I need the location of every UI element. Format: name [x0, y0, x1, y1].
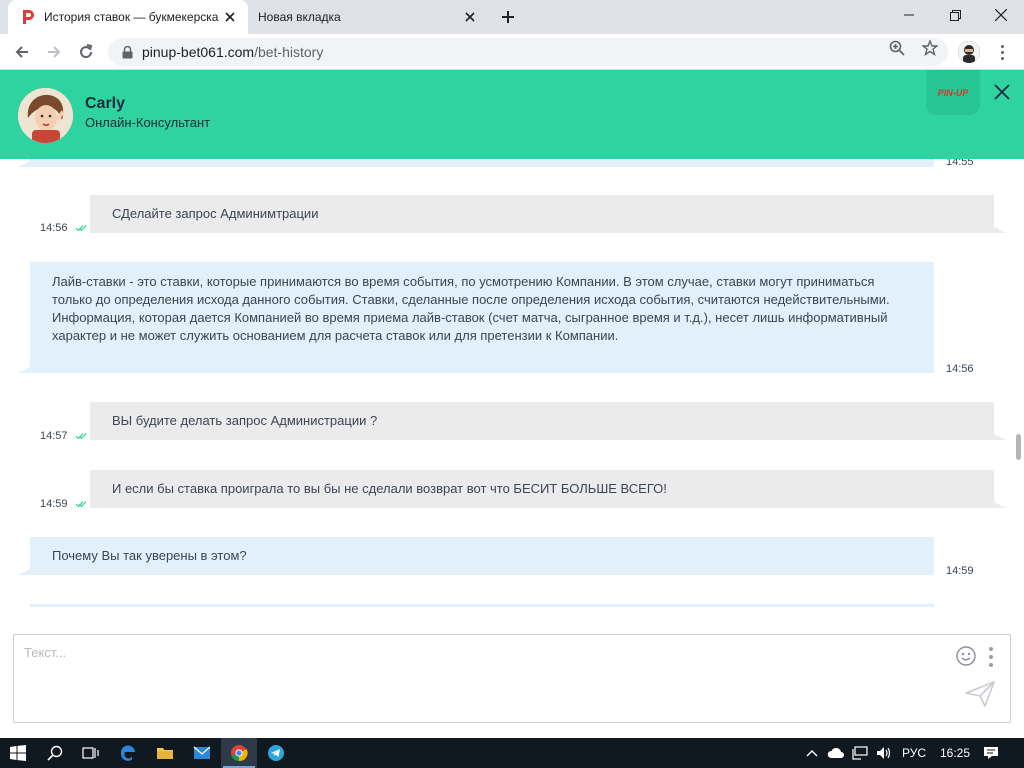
zoom-icon[interactable]	[889, 40, 905, 56]
message-text: ВЫ будите делать запрос Администрации ?	[112, 413, 378, 428]
file-explorer-icon[interactable]	[147, 738, 183, 768]
tab-title: История ставок — букмекерска	[44, 10, 219, 24]
forward-button[interactable]	[40, 38, 68, 66]
browser-toolbar: pinup-bet061.com/bet-history	[0, 34, 1024, 70]
message-composer	[13, 634, 1011, 723]
pinup-logo: PIN-UP	[926, 70, 980, 115]
message-user: И если бы ставка проиграла то вы бы не с…	[90, 470, 1006, 508]
agent-role: Онлайн-Консультант	[85, 115, 211, 130]
windows-start-icon[interactable]	[0, 738, 36, 768]
tab-new[interactable]: Новая вкладка	[248, 0, 488, 34]
chat-header: Carly Онлайн-Консультант PIN-UP	[0, 70, 1024, 159]
bookmark-star-icon[interactable]	[922, 40, 938, 56]
emoji-icon[interactable]	[955, 645, 977, 667]
volume-icon[interactable]	[872, 738, 896, 768]
more-options-icon[interactable]	[984, 645, 998, 669]
url-path: /bet-history	[254, 44, 324, 60]
message-time: 14:59	[40, 498, 68, 510]
restore-button[interactable]	[932, 0, 978, 30]
message-user: ВЫ будите делать запрос Администрации ?	[90, 402, 1006, 440]
language-indicator[interactable]: РУС	[902, 746, 926, 760]
message-agent: Почему Вы так уверены в этом?	[18, 537, 934, 575]
message-user: СДелайте запрос Админимтрации	[90, 195, 1006, 233]
browser-menu-icon[interactable]	[994, 42, 1010, 62]
chrome-icon[interactable]	[221, 738, 257, 768]
windows-taskbar: РУС 16:25	[0, 738, 1024, 768]
message-time: 14:57	[40, 430, 68, 442]
message-agent	[30, 604, 934, 607]
browser-tab-strip: История ставок — букмекерска Новая вклад…	[0, 0, 1024, 34]
message-agent: Лайв-ставки - это ставки, которые приним…	[18, 262, 934, 373]
url-text: pinup-bet061.com/bet-history	[142, 44, 323, 60]
url-host: pinup-bet061.com	[142, 44, 255, 60]
message-agent	[18, 159, 934, 167]
read-checkmark-icon	[75, 225, 87, 232]
notifications-icon[interactable]	[978, 738, 1004, 768]
message-time-user: 14:57	[40, 430, 87, 442]
telegram-icon[interactable]	[258, 738, 294, 768]
message-text: СДелайте запрос Админимтрации	[112, 206, 319, 221]
message-text: Лайв-ставки - это ставки, которые приним…	[52, 274, 890, 343]
send-icon[interactable]	[964, 679, 996, 709]
task-view-icon[interactable]	[73, 738, 109, 768]
message-time-user: 14:59	[40, 498, 87, 510]
message-time: 14:56	[40, 222, 68, 234]
edge-icon[interactable]	[110, 738, 146, 768]
message-time-user: 14:56	[40, 222, 87, 234]
chat-messages[interactable]: 14:55 14:56 СДелайте запрос Админимтраци…	[0, 159, 1024, 607]
message-time: 14:56	[946, 363, 974, 375]
tray-chevron-up-icon[interactable]	[800, 738, 824, 768]
read-checkmark-icon	[75, 433, 87, 440]
message-input[interactable]	[24, 645, 944, 705]
search-icon[interactable]	[37, 738, 73, 768]
tab-bet-history[interactable]: История ставок — букмекерска	[8, 0, 248, 34]
chat-close-icon[interactable]	[990, 80, 1014, 104]
onedrive-cloud-icon[interactable]	[824, 738, 848, 768]
tab-close-icon[interactable]	[462, 9, 478, 25]
new-tab-button[interactable]	[496, 5, 520, 29]
message-time: 14:59	[946, 565, 974, 577]
tab-title: Новая вкладка	[258, 10, 341, 24]
read-checkmark-icon	[75, 501, 87, 508]
lock-icon[interactable]	[120, 45, 134, 59]
reload-button[interactable]	[72, 38, 100, 66]
message-text: И если бы ставка проиграла то вы бы не с…	[112, 481, 667, 496]
brand-text: PIN-UP	[937, 87, 969, 98]
message-time: 14:55	[946, 159, 974, 168]
back-button[interactable]	[8, 38, 36, 66]
agent-name: Carly	[85, 95, 126, 112]
agent-avatar	[18, 88, 73, 143]
pinup-favicon-icon	[20, 9, 36, 25]
clock[interactable]: 16:25	[940, 746, 970, 760]
network-icon[interactable]	[848, 738, 872, 768]
tab-close-icon[interactable]	[222, 9, 238, 25]
address-bar[interactable]: pinup-bet061.com/bet-history	[108, 38, 948, 66]
profile-avatar[interactable]	[958, 41, 980, 63]
window-close-button[interactable]	[978, 0, 1024, 30]
message-text: Почему Вы так уверены в этом?	[52, 548, 247, 563]
mail-icon[interactable]	[184, 738, 220, 768]
chat-scrollbar[interactable]	[1016, 434, 1021, 460]
minimize-button[interactable]	[886, 0, 932, 30]
